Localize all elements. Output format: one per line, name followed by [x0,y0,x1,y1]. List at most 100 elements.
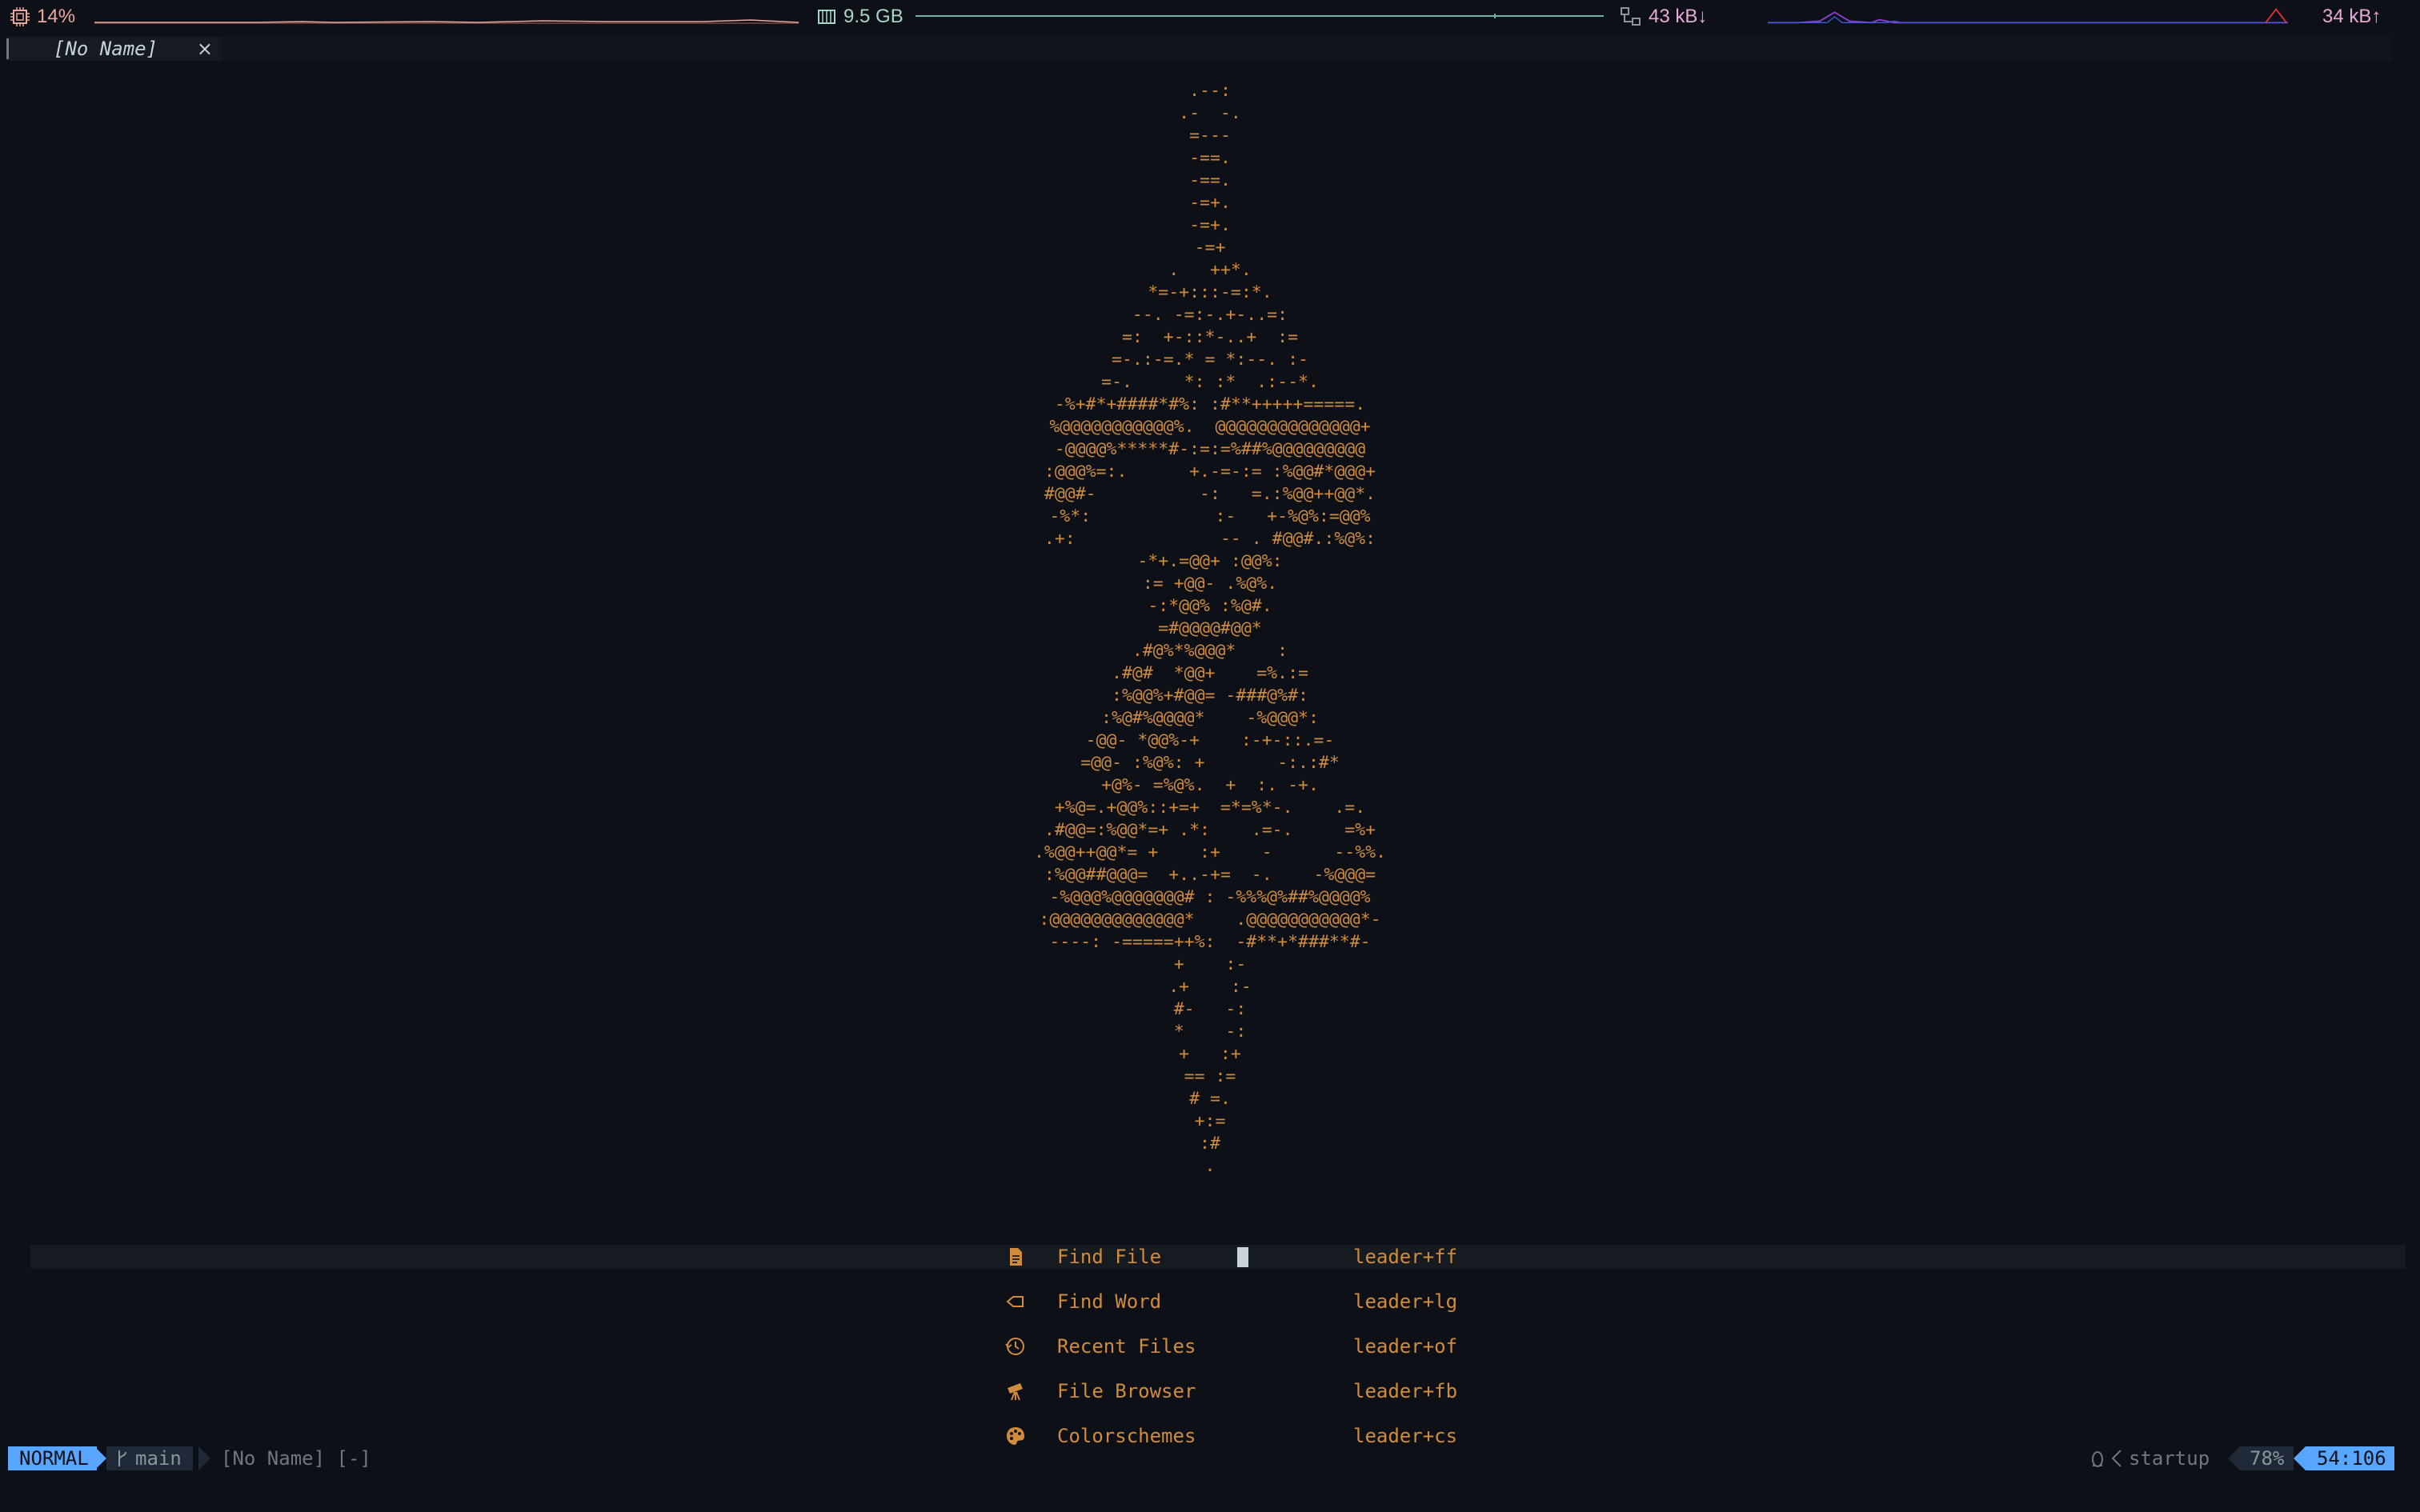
mode-indicator: NORMAL [8,1446,97,1470]
ascii-art-line: == := [1184,1066,1236,1086]
git-branch[interactable]: main [106,1446,193,1470]
ascii-art-line: ----: -=====++%: -#**+*###**#- [1049,932,1371,952]
ascii-art-line: =-. *: :* .:--*. [1101,372,1319,392]
ascii-art-line: . ++*. [1168,260,1252,280]
ascii-art-line: :%@@%+#@@= -###@%#: [1112,686,1308,706]
ascii-art-line: .#@@=:%@@*=+ .*: .=-. =%+ [1044,820,1376,840]
tab-label: [No Name] [54,38,158,60]
ascii-art-line: + :- [1173,954,1247,974]
mode-separator [94,1446,106,1470]
ascii-art-line: :# [1200,1134,1220,1154]
dashboard-ascii-art: .--: .- -. =--- -==. -==. -=+. -=+. -=+. ++*. *=… [0,80,2420,1178]
ascii-art-line: .#@%*%@@@* : [1132,641,1288,661]
ascii-art-line: #@@#- -: =.:%@@++@@*. [1044,484,1376,504]
lsp-status: startup [2090,1446,2210,1470]
ascii-art-line: =: +-::*-..+ := [1121,327,1299,347]
ascii-art-line: +:= [1194,1111,1226,1131]
memory-widget: 9.5 GB [816,5,903,29]
ascii-art-line: =#@@@@#@@* [1158,618,1262,638]
telescope-icon [1008,1383,1023,1401]
history-icon [1005,1338,1024,1355]
branch-separator [198,1446,210,1470]
tab-no-name[interactable]: [No Name] × [6,37,221,61]
ascii-art-line: .#@# *@@+ =%.:= [1112,663,1308,683]
ascii-art-line: -:*@@% :%@#. [1148,596,1272,616]
network-graph [1768,8,2288,24]
ascii-art-line: =-.:-=.* = *:--. :- [1112,350,1308,370]
ascii-art-line: .%@@++@@*= + :+ - --%%. [1033,842,1387,862]
cpu-icon [10,7,30,26]
git-branch-icon [118,1450,126,1466]
ascii-art-line: * -: [1173,1022,1247,1042]
tab-indicator [6,38,9,59]
cursor-position: 54:106 [2306,1446,2394,1470]
cpu-value: 14% [37,6,76,27]
menu-shortcut: leader+lg [1353,1290,1458,1313]
ascii-art-line: -%*: :- +-%@%:=@@% [1049,506,1371,526]
branch-name: main [135,1447,182,1470]
ascii-art-line: -==. [1189,170,1231,190]
linux-icon [2092,1451,2103,1467]
ascii-art-line: *=-+:::-=:*. [1148,282,1272,302]
palette-icon [1007,1427,1024,1445]
menu-item-recent-files[interactable]: Recent Files leader+of [30,1334,2406,1358]
ascii-art-line: :@@@@@@@@@@@@@* .@@@@@@@@@@@*- [1039,910,1381,930]
cpu-widget: 14% [10,5,75,29]
menu-shortcut: leader+ff [1353,1246,1458,1268]
network-widget: 43 kB↓ [1620,5,1707,29]
tabline-fill [221,37,2391,61]
search-icon [1006,1296,1024,1307]
ascii-art-line: -@@- *@@%-+ :-+-::.=- [1085,730,1335,750]
menu-shortcut: leader+of [1353,1335,1458,1358]
menu-label: Recent Files [1057,1335,1196,1358]
system-bar: 14% 9.5 GB 43 kB↓ 34 kB↑ [0,0,2420,34]
network-up-value: 34 kB↑ [2322,6,2382,27]
ascii-art-line: -%@@@%@@@@@@@# : -%%%@%##%@@@@% [1049,887,1371,907]
ascii-art-line: . [1204,1156,1216,1176]
network-down-value: 43 kB↓ [1649,6,1708,27]
memory-value: 9.5 GB [843,6,903,27]
memory-icon [818,10,835,24]
ascii-art-line: .+ :- [1168,977,1252,997]
ascii-art-line: :@@@%=:. +.-=-:= :%@@#*@@@+ [1044,462,1376,482]
lsp-status-text: startup [2129,1447,2210,1470]
scroll-percent: 78% [2240,1446,2294,1470]
ascii-art-line: -==. [1189,148,1231,168]
ascii-art-line: + :+ [1179,1044,1241,1064]
ascii-art-line: -@@@@%*****#-:=:=%##%@@@@@@@@@ [1054,439,1366,459]
menu-shortcut: leader+fb [1353,1380,1458,1402]
menu-label: Find Word [1057,1290,1162,1313]
ascii-art-line: %@@@@@@@@@@@%. @@@@@@@@@@@@@@+ [1049,417,1371,437]
menu-label: Find File [1057,1246,1162,1268]
ascii-art-line: :%@@##@@@= +..-+= -. -%@@@= [1044,865,1376,885]
memory-graph [916,14,1604,18]
ascii-art-line: :%@#%@@@@* -%@@@*: [1101,708,1319,728]
ascii-art-line: #- -: [1173,999,1247,1019]
cpu-graph [94,19,799,24]
ascii-art-line: # =. [1189,1089,1231,1109]
position-separator [2294,1446,2306,1470]
ascii-art-line: -=+ [1194,238,1226,258]
menu-item-file-browser[interactable]: File Browser leader+fb [30,1379,2406,1403]
close-icon[interactable]: × [197,38,213,60]
ascii-art-line: --. -=:-.+-..=: [1132,305,1288,325]
ascii-art-line: -*+.=@@+ :@@%: [1137,551,1283,571]
ascii-art-line: .+: -- . #@@#.:%@%: [1044,529,1376,549]
ascii-art-line: -=+. [1189,193,1231,213]
text-cursor [1237,1247,1248,1267]
ascii-art-line: .--: [1189,81,1231,101]
ascii-art-line: +@%- =%@%. + :. -+. [1101,775,1319,795]
ascii-art-line: -%+#*+####*#%: :#**+++++=====. [1054,394,1366,414]
ascii-art-line: -=+. [1189,215,1231,235]
network-icon [1621,7,1641,26]
file-icon [1010,1248,1022,1266]
menu-item-find-word[interactable]: Find Word leader+lg [30,1290,2406,1314]
tabline: [No Name] × [0,34,2420,62]
chevron-left-icon [2111,1450,2122,1467]
menu-item-find-file[interactable]: Find File leader+ff [30,1245,2406,1269]
ascii-art-line: =@@- :%@%: + -:.:#* [1080,753,1340,773]
ascii-art-line: =--- [1189,126,1231,146]
percent-separator [2228,1446,2240,1470]
ascii-art-line: .- -. [1179,103,1241,123]
network-up-widget: 34 kB↑ [2322,5,2381,29]
